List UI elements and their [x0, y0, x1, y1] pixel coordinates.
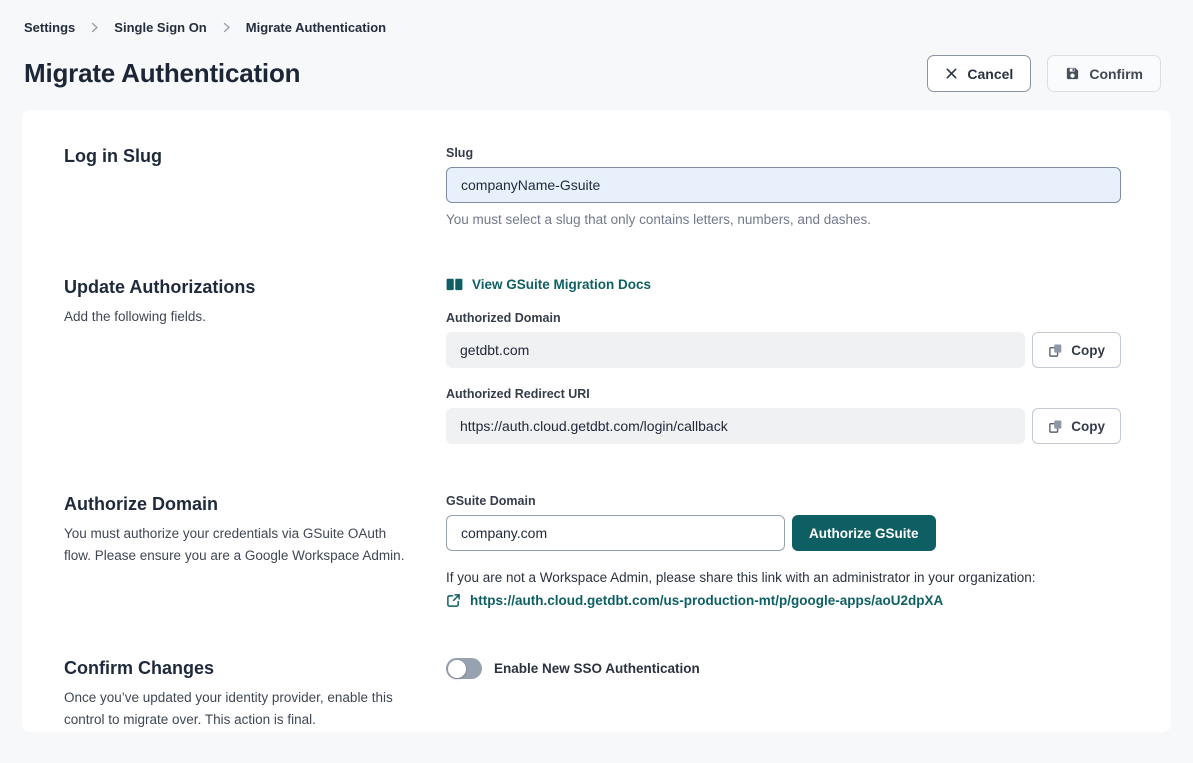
confirm-button[interactable]: Confirm [1047, 55, 1161, 92]
toggle-knob [448, 660, 466, 678]
login-slug-heading: Log in Slug [64, 146, 416, 167]
external-link-icon [446, 593, 461, 608]
gsuite-migration-docs-link-label: View GSuite Migration Docs [472, 277, 651, 292]
confirm-button-label: Confirm [1089, 66, 1143, 82]
update-authorizations-subtitle: Add the following fields. [64, 306, 416, 328]
confirm-changes-heading: Confirm Changes [64, 658, 416, 679]
copy-button-label: Copy [1071, 343, 1105, 358]
page-title: Migrate Authentication [24, 58, 300, 89]
copy-icon [1048, 419, 1063, 434]
section-update-authorizations: Update Authorizations Add the following … [64, 277, 1121, 444]
slug-help-text: You must select a slug that only contain… [446, 212, 1121, 227]
authorize-gsuite-button[interactable]: Authorize GSuite [792, 515, 936, 551]
section-authorize-domain: Authorize Domain You must authorize your… [64, 494, 1121, 608]
close-icon [945, 67, 958, 80]
breadcrumb-single-sign-on[interactable]: Single Sign On [114, 20, 206, 35]
authorized-redirect-uri-label: Authorized Redirect URI [446, 387, 1121, 401]
gsuite-domain-input[interactable] [446, 515, 785, 551]
slug-input[interactable] [446, 167, 1121, 203]
enable-sso-toggle[interactable] [446, 658, 482, 679]
breadcrumb-settings[interactable]: Settings [24, 20, 75, 35]
book-open-icon [446, 278, 463, 291]
header-actions: Cancel Confirm [927, 55, 1161, 92]
gsuite-migration-docs-link[interactable]: View GSuite Migration Docs [446, 277, 651, 292]
page-header: Settings Single Sign On Migrate Authenti… [0, 0, 1193, 110]
copy-icon [1048, 343, 1063, 358]
cancel-button[interactable]: Cancel [927, 55, 1031, 92]
copy-authorized-domain-button[interactable]: Copy [1032, 332, 1121, 368]
section-confirm-changes: Confirm Changes Once you’ve updated your… [64, 658, 1121, 730]
chevron-right-icon [89, 22, 100, 33]
authorized-redirect-uri-field: https://auth.cloud.getdbt.com/login/call… [446, 408, 1025, 444]
gsuite-domain-label: GSuite Domain [446, 494, 1121, 508]
authorized-domain-field: getdbt.com [446, 332, 1025, 368]
update-authorizations-heading: Update Authorizations [64, 277, 416, 298]
settings-card: Log in Slug Slug You must select a slug … [22, 110, 1171, 732]
copy-redirect-uri-button[interactable]: Copy [1032, 408, 1121, 444]
breadcrumb-current: Migrate Authentication [246, 20, 386, 35]
slug-label: Slug [446, 146, 1121, 160]
enable-sso-toggle-label: Enable New SSO Authentication [494, 661, 700, 676]
save-icon [1065, 66, 1080, 81]
admin-share-note: If you are not a Workspace Admin, please… [446, 570, 1121, 585]
section-login-slug: Log in Slug Slug You must select a slug … [64, 146, 1121, 227]
admin-authorize-link[interactable]: https://auth.cloud.getdbt.com/us-product… [470, 593, 943, 608]
confirm-changes-subtitle: Once you’ve updated your identity provid… [64, 687, 416, 730]
breadcrumb: Settings Single Sign On Migrate Authenti… [24, 20, 1161, 35]
chevron-right-icon [221, 22, 232, 33]
authorize-domain-subtitle: You must authorize your credentials via … [64, 523, 416, 566]
authorized-domain-label: Authorized Domain [446, 311, 1121, 325]
cancel-button-label: Cancel [967, 66, 1013, 82]
copy-button-label: Copy [1071, 419, 1105, 434]
authorize-domain-heading: Authorize Domain [64, 494, 416, 515]
